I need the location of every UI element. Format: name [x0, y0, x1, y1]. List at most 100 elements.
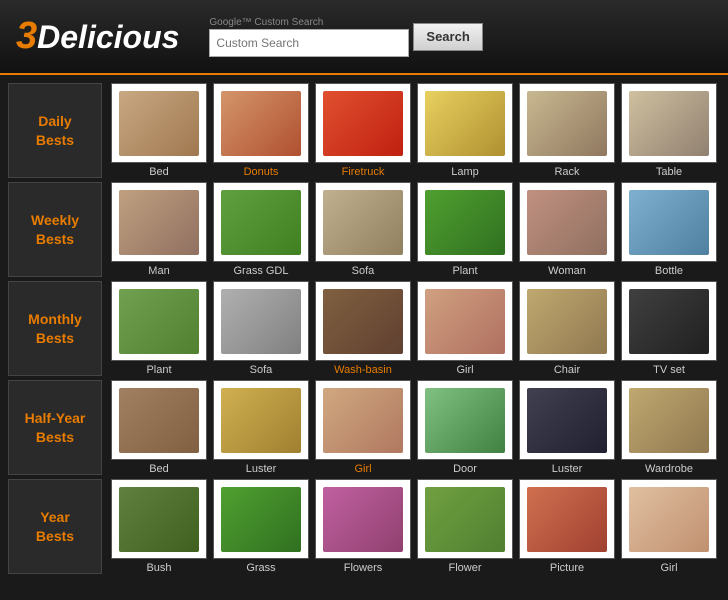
thumbnail-box: [519, 182, 615, 262]
thumbnail-image: [425, 487, 505, 552]
thumbnail-image: [425, 91, 505, 156]
thumbnail-image: [323, 487, 403, 552]
thumbnail-box: [213, 380, 309, 460]
thumbnail-box: [519, 479, 615, 559]
sidebar-item-daily[interactable]: Daily Bests: [8, 83, 102, 178]
sidebar-item-halfyear[interactable]: Half-Year Bests: [8, 380, 102, 475]
thumbnail-image: [629, 190, 709, 255]
thumbnail-label: Lamp: [451, 166, 479, 178]
thumbnail-image: [527, 388, 607, 453]
list-item[interactable]: Girl: [314, 380, 412, 475]
list-item[interactable]: Wardrobe: [620, 380, 718, 475]
list-item[interactable]: TV set: [620, 281, 718, 376]
list-item[interactable]: Bed: [110, 380, 208, 475]
list-item[interactable]: Grass GDL: [212, 182, 310, 277]
thumbnail-label: Plant: [146, 364, 171, 376]
row-weekly: Man Grass GDL Sofa PlantWomanBottle: [110, 182, 720, 277]
search-box-wrapper: Google™ Custom Search: [209, 17, 409, 57]
search-input[interactable]: [209, 29, 409, 57]
search-area: Google™ Custom Search Search: [209, 17, 482, 57]
list-item[interactable]: Picture: [518, 479, 616, 574]
thumbnail-box: [417, 83, 513, 163]
sidebar-item-monthly[interactable]: Monthly Bests: [8, 281, 102, 376]
list-item[interactable]: Luster: [212, 380, 310, 475]
main-content: Daily BestsWeekly BestsMonthly BestsHalf…: [0, 75, 728, 582]
list-item[interactable]: Grass: [212, 479, 310, 574]
thumbnail-label: Door: [453, 463, 477, 475]
thumbnail-image: [629, 289, 709, 354]
list-item[interactable]: Flowers: [314, 479, 412, 574]
row-halfyear: Bed Luster Girl Door Luster Wardrobe: [110, 380, 720, 475]
thumbnail-label: Chair: [554, 364, 580, 376]
thumbnail-box: [213, 281, 309, 361]
thumbnail-label: Picture: [550, 562, 584, 574]
list-item[interactable]: Plant: [110, 281, 208, 376]
thumbnail-label: Sofa: [352, 265, 375, 277]
thumbnail-image: [221, 487, 301, 552]
thumbnail-box: [213, 479, 309, 559]
list-item[interactable]: Girl: [416, 281, 514, 376]
thumbnail-label: Luster: [246, 463, 277, 475]
thumbnail-label: Girl: [456, 364, 473, 376]
logo: 3Delicious: [16, 15, 179, 58]
thumbnail-box: [621, 182, 717, 262]
google-label: Google™ Custom Search: [209, 17, 409, 28]
thumbnail-box: [213, 83, 309, 163]
list-item[interactable]: Sofa: [212, 281, 310, 376]
thumbnail-image: [119, 91, 199, 156]
thumbnail-label: Donuts: [244, 166, 279, 178]
thumbnail-box: [315, 380, 411, 460]
thumbnail-image: [221, 388, 301, 453]
list-item[interactable]: Wash-basin: [314, 281, 412, 376]
thumbnail-box: [417, 182, 513, 262]
thumbnail-box: [315, 281, 411, 361]
list-item[interactable]: Table: [620, 83, 718, 178]
thumbnail-image: [323, 190, 403, 255]
thumbnail-box: [111, 479, 207, 559]
thumbnail-image: [425, 289, 505, 354]
thumbnail-image: [221, 91, 301, 156]
thumbnail-label: Wardrobe: [645, 463, 693, 475]
thumbnail-image: [323, 388, 403, 453]
thumbnail-image: [323, 91, 403, 156]
thumbnail-label: Flower: [448, 562, 481, 574]
thumbnail-label: Man: [148, 265, 169, 277]
thumbnail-box: [315, 479, 411, 559]
sidebar-item-year[interactable]: Year Bests: [8, 479, 102, 574]
thumbnail-label: Luster: [552, 463, 583, 475]
list-item[interactable]: Lamp: [416, 83, 514, 178]
list-item[interactable]: Bed: [110, 83, 208, 178]
thumbnail-box: [417, 380, 513, 460]
search-button[interactable]: Search: [413, 23, 482, 51]
thumbnail-image: [629, 91, 709, 156]
thumbnail-image: [119, 487, 199, 552]
list-item[interactable]: Woman: [518, 182, 616, 277]
thumbnail-label: Firetruck: [342, 166, 385, 178]
thumbnail-label: Bush: [146, 562, 171, 574]
thumbnail-box: [111, 380, 207, 460]
list-item[interactable]: Bottle: [620, 182, 718, 277]
thumbnail-box: [621, 479, 717, 559]
list-item[interactable]: Bush: [110, 479, 208, 574]
list-item[interactable]: Sofa: [314, 182, 412, 277]
thumbnail-label: Bed: [149, 166, 169, 178]
thumbnail-box: [519, 83, 615, 163]
thumbnail-box: [111, 83, 207, 163]
list-item[interactable]: Rack: [518, 83, 616, 178]
list-item[interactable]: Door: [416, 380, 514, 475]
list-item[interactable]: Girl: [620, 479, 718, 574]
list-item[interactable]: Flower: [416, 479, 514, 574]
list-item[interactable]: Chair: [518, 281, 616, 376]
thumbnail-box: [315, 83, 411, 163]
thumbnail-label: Sofa: [250, 364, 273, 376]
sidebar-item-weekly[interactable]: Weekly Bests: [8, 182, 102, 277]
thumbnail-label: Girl: [354, 463, 371, 475]
thumbnail-label: Grass: [246, 562, 275, 574]
list-item[interactable]: Luster: [518, 380, 616, 475]
list-item[interactable]: Donuts: [212, 83, 310, 178]
list-item[interactable]: Plant: [416, 182, 514, 277]
list-item[interactable]: Man: [110, 182, 208, 277]
thumbnail-box: [213, 182, 309, 262]
thumbnail-image: [527, 190, 607, 255]
list-item[interactable]: Firetruck: [314, 83, 412, 178]
